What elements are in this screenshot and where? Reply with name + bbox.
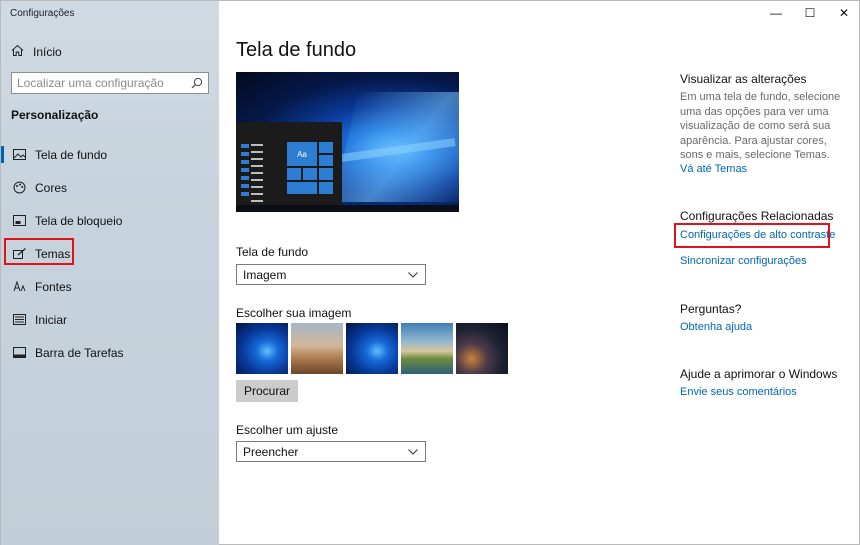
preview-changes-heading: Visualizar as alterações (680, 72, 807, 86)
background-label: Tela de fundo (236, 245, 309, 259)
feedback-link[interactable]: Envie seus comentários (680, 386, 797, 398)
home-icon (11, 44, 24, 60)
preview-changes-text: Em uma tela de fundo, selecione uma das … (680, 91, 841, 161)
background-dropdown[interactable]: Imagem (236, 264, 426, 285)
settings-window: Configurações Início Personalização Tela… (0, 0, 860, 545)
close-button[interactable]: ✕ (827, 1, 860, 25)
themes-link[interactable]: Vá até Temas (680, 163, 747, 175)
sidebar-item-barra-de-tarefas[interactable]: Barra de Tarefas (1, 336, 219, 369)
window-controls: — ☐ ✕ (759, 1, 860, 25)
chevron-down-icon (407, 269, 419, 281)
font-icon (12, 280, 26, 294)
sync-settings-link[interactable]: Sincronizar configurações (680, 255, 807, 267)
background-dropdown-value: Imagem (243, 267, 287, 282)
taskbar-icon (12, 346, 26, 360)
start-icon (12, 313, 26, 327)
preview-tile: Aa (287, 142, 317, 166)
questions-heading: Perguntas? (680, 302, 742, 316)
sidebar-item-label: Fontes (35, 279, 72, 294)
image-thumbnail[interactable] (236, 323, 288, 374)
highlight-box-high-contrast (674, 223, 830, 248)
search-icon[interactable] (186, 73, 208, 93)
related-settings-heading: Configurações Relacionadas (680, 209, 834, 223)
sidebar-item-iniciar[interactable]: Iniciar (1, 303, 219, 336)
search-box[interactable] (11, 72, 209, 94)
palette-icon (12, 181, 26, 195)
get-help-link[interactable]: Obtenha ajuda (680, 321, 752, 333)
sidebar-item-cores[interactable]: Cores (1, 171, 219, 204)
start-menu-preview: Aa (236, 122, 342, 205)
image-thumbnail[interactable] (456, 323, 508, 374)
fit-label: Escolher um ajuste (236, 423, 339, 437)
sidebar: Configurações Início Personalização Tela… (1, 1, 219, 545)
sidebar-item-label: Iniciar (35, 312, 68, 327)
choose-image-label: Escolher sua imagem (236, 306, 352, 320)
fit-dropdown-value: Preencher (243, 444, 299, 459)
home-nav-item[interactable]: Início (11, 43, 62, 61)
sidebar-item-fontes[interactable]: Fontes (1, 270, 219, 303)
picture-icon (12, 148, 26, 162)
section-label: Personalização (11, 108, 99, 122)
background-preview: Aa (236, 72, 459, 212)
chevron-down-icon (407, 446, 419, 458)
image-thumbnail[interactable] (291, 323, 343, 374)
fit-dropdown[interactable]: Preencher (236, 441, 426, 462)
image-thumbnail[interactable] (401, 323, 453, 374)
maximize-button[interactable]: ☐ (793, 1, 827, 25)
image-thumbnail[interactable] (346, 323, 398, 374)
highlight-box-temas (4, 238, 74, 265)
improve-windows-heading: Ajude a aprimorar o Windows (680, 367, 838, 381)
sidebar-item-tela-de-bloqueio[interactable]: Tela de bloqueio (1, 204, 219, 237)
sidebar-item-label: Cores (35, 180, 68, 195)
lock-screen-icon (12, 214, 26, 228)
page-title: Tela de fundo (236, 39, 357, 61)
browse-button[interactable]: Procurar (236, 380, 298, 402)
sidebar-item-label: Tela de fundo (35, 147, 108, 162)
home-label: Início (33, 45, 62, 59)
search-input[interactable] (17, 76, 186, 90)
sidebar-item-label: Tela de bloqueio (35, 213, 123, 228)
sidebar-item-label: Barra de Tarefas (35, 345, 124, 360)
main-content: — ☐ ✕ Tela de fundo Aa Tela de fundo Ima… (219, 1, 860, 545)
app-title: Configurações (10, 8, 75, 19)
image-thumbnails (236, 323, 508, 374)
minimize-button[interactable]: — (759, 1, 793, 25)
sidebar-item-tela-de-fundo[interactable]: Tela de fundo (1, 138, 219, 171)
